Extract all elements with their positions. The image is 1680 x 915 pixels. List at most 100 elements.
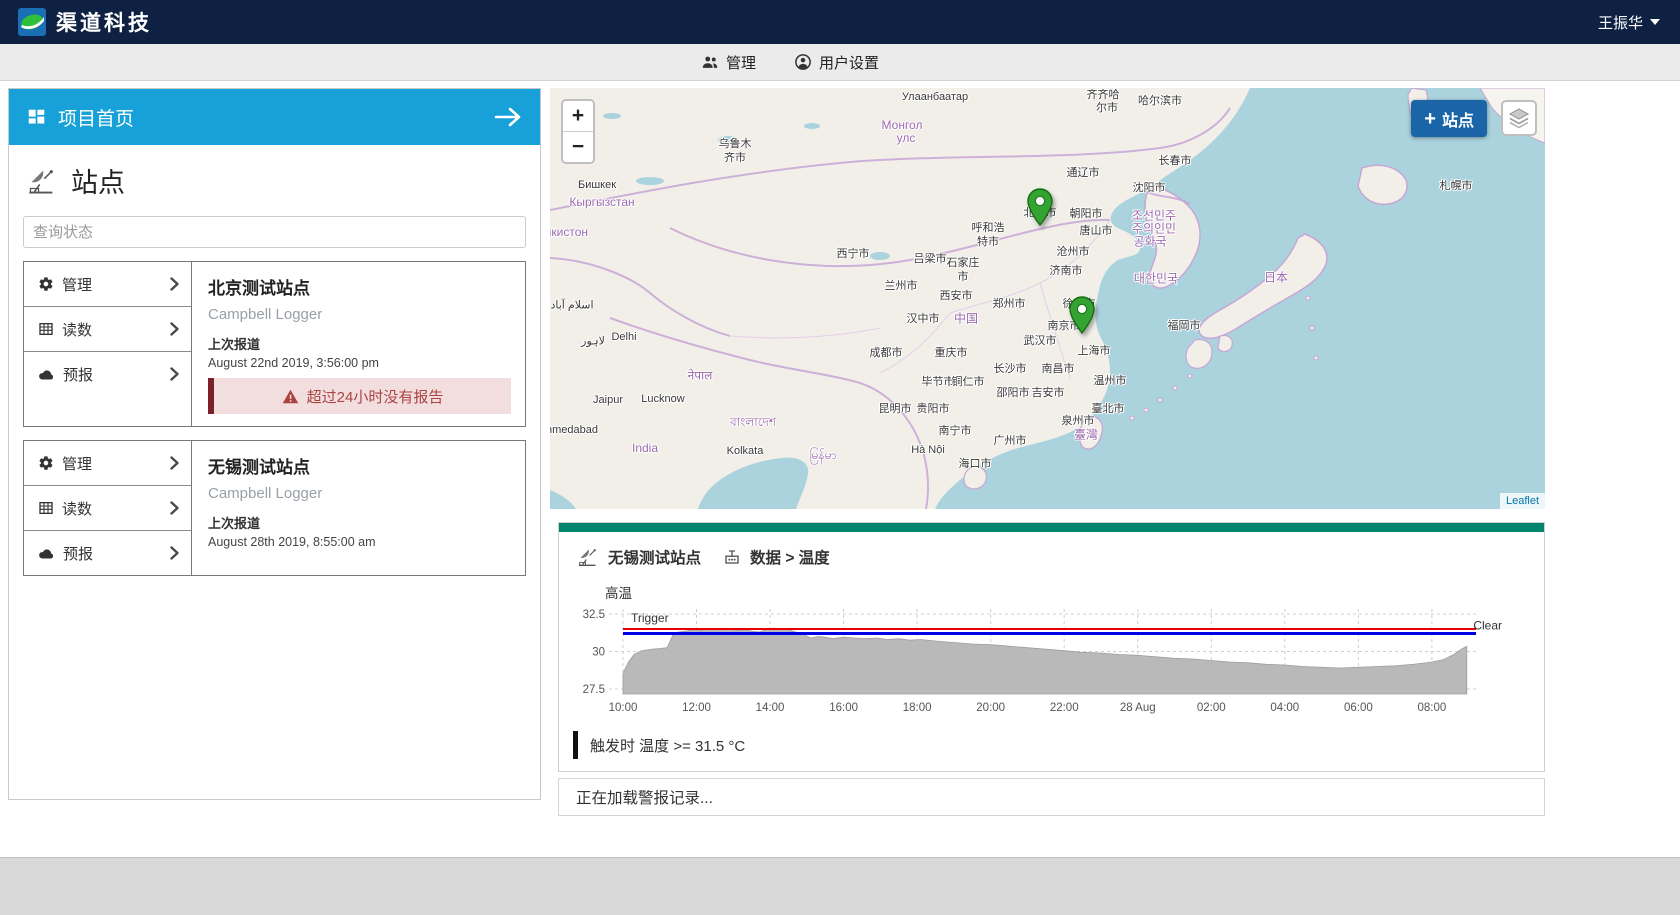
station-menu-item-readings[interactable]: 读数 (24, 307, 191, 352)
chart-area-series (623, 628, 1467, 694)
station-card: 管理 读数 预报 北京测试站点 Campbell Logger 上次报道 Aug… (23, 261, 526, 427)
x-axis-label: 02:00 (1197, 702, 1226, 714)
station-menu-item-forecast[interactable]: 预报 (24, 352, 191, 396)
x-axis-label: 04:00 (1270, 702, 1299, 714)
panel-accent-bar (559, 523, 1544, 532)
station-menu-item-readings[interactable]: 读数 (24, 486, 191, 531)
zoom-out-button[interactable]: − (563, 132, 593, 162)
cloud-icon (38, 546, 55, 561)
last-report-label: 上次报道 (208, 513, 511, 532)
condition-accent-bar (573, 731, 578, 759)
layers-icon (1507, 106, 1531, 130)
alarm-loading-box: 正在加载警报记录... (558, 778, 1545, 816)
station-menu-label: 读数 (62, 319, 92, 340)
gear-icon (38, 455, 54, 471)
user-name: 王振华 (1598, 12, 1643, 33)
x-axis-label: 06:00 (1344, 702, 1373, 714)
map-zoom-control: + − (561, 99, 595, 164)
leaflet-attribution[interactable]: Leaflet (1500, 493, 1545, 509)
table-icon (38, 321, 54, 337)
subnav: 管理 用户设置 (0, 44, 1680, 81)
project-panel: 项目首页 站点 管理 读数 (8, 88, 541, 800)
brand-title: 渠道科技 (56, 7, 152, 37)
zoom-in-button[interactable]: + (563, 101, 593, 132)
station-summary: 北京测试站点 Campbell Logger 上次报道 August 22nd … (192, 262, 525, 426)
station-logger-type: Campbell Logger (208, 306, 511, 323)
gear-icon (38, 276, 54, 292)
top-navbar: 渠道科技 王振华 (0, 0, 1680, 44)
y-axis-label: 27.5 (583, 684, 605, 696)
x-axis-label: 18:00 (903, 702, 932, 714)
temperature-panel: 无锡测试站点 数据 > 温度 高温 Trigger Clear 27.5 30 32.5… (558, 522, 1545, 772)
subnav-item-label: 管理 (726, 52, 756, 73)
y-axis-label: 30 (592, 647, 605, 659)
loading-text: 正在加载警报记录... (576, 786, 713, 808)
station-search-input[interactable] (23, 216, 526, 248)
chevron-right-icon (170, 277, 179, 291)
user-icon (794, 53, 812, 71)
forward-arrow-icon[interactable] (494, 106, 522, 128)
breadcrumb-path[interactable]: 数据 > 温度 (750, 546, 830, 568)
subnav-item-user-settings[interactable]: 用户设置 (794, 52, 879, 73)
project-panel-header: 项目首页 (9, 89, 540, 145)
satellite-dish-icon (577, 547, 599, 567)
breadcrumb-station[interactable]: 无锡测试站点 (608, 546, 701, 568)
layers-control[interactable] (1501, 100, 1537, 136)
stations-section-title: 站点 (71, 161, 125, 200)
x-axis-label: 08:00 (1417, 702, 1446, 714)
satellite-dish-icon (27, 167, 57, 195)
x-axis-label: 10:00 (609, 702, 638, 714)
last-report-time: August 22nd 2019, 3:56:00 pm (208, 356, 511, 370)
map[interactable]: УлаанбаатарМонголулс齐齐哈尔市哈尔滨市乌鲁木齐市长春市通辽市… (550, 88, 1545, 509)
station-menu-item-manage[interactable]: 管理 (24, 262, 191, 307)
add-station-button[interactable]: + 站点 (1411, 100, 1487, 137)
station-menu-label: 预报 (63, 543, 93, 564)
x-axis-label: 14:00 (756, 702, 785, 714)
chevron-right-icon (170, 546, 179, 560)
map-marker[interactable] (1069, 296, 1095, 334)
caret-down-icon (1650, 19, 1660, 25)
trigger-label: Trigger (631, 611, 669, 625)
warning-icon (282, 389, 299, 404)
station-menu-label: 读数 (62, 498, 92, 519)
trigger-condition: 触发时 温度 >= 31.5 °C (573, 731, 1530, 759)
station-menu: 管理 读数 预报 (24, 262, 192, 426)
station-logger-type: Campbell Logger (208, 485, 511, 502)
user-menu[interactable]: 王振华 (1598, 12, 1660, 33)
x-axis-label: 28 Aug (1120, 702, 1156, 714)
station-alert: 超过24小时没有报告 (208, 378, 511, 414)
subnav-item-admin[interactable]: 管理 (701, 52, 756, 73)
x-axis-label: 16:00 (829, 702, 858, 714)
y-axis-label: 32.5 (583, 609, 605, 621)
chevron-right-icon (170, 322, 179, 336)
station-menu-label: 预报 (63, 364, 93, 385)
alert-text: 超过24小时没有报告 (307, 386, 444, 407)
breadcrumb: 无锡测试站点 数据 > 温度 (559, 532, 1544, 568)
last-report-time: August 28th 2019, 8:55:00 am (208, 535, 511, 549)
x-axis-label: 12:00 (682, 702, 711, 714)
station-summary: 无锡测试站点 Campbell Logger 上次报道 August 28th … (192, 441, 525, 575)
station-menu-label: 管理 (62, 453, 92, 474)
datalogger-icon (723, 548, 741, 566)
project-panel-title: 项目首页 (58, 104, 134, 131)
station-menu-label: 管理 (62, 274, 92, 295)
cloud-icon (38, 367, 55, 382)
map-graphic (550, 88, 1545, 509)
station-menu-item-manage[interactable]: 管理 (24, 441, 191, 486)
chevron-right-icon (170, 456, 179, 470)
marker-pin-icon (1069, 296, 1095, 334)
station-menu-item-forecast[interactable]: 预报 (24, 531, 191, 575)
condition-text: 触发时 温度 >= 31.5 °C (590, 735, 745, 756)
station-name: 北京测试站点 (208, 274, 511, 299)
marker-pin-icon (1027, 188, 1053, 226)
series-label: 高温 (605, 582, 1544, 602)
map-marker[interactable] (1027, 188, 1053, 226)
chevron-right-icon (170, 367, 179, 381)
station-menu: 管理 读数 预报 (24, 441, 192, 575)
brand-logo-icon (18, 8, 46, 36)
station-card: 管理 读数 预报 无锡测试站点 Campbell Logger 上次报道 Aug… (23, 440, 526, 576)
clear-label: Clear (1473, 618, 1502, 632)
temperature-chart: Trigger Clear 27.5 30 32.5 10:00 12:00 14:00 16:… (565, 604, 1544, 727)
x-axis-label: 22:00 (1050, 702, 1079, 714)
plus-icon: + (1424, 109, 1436, 129)
